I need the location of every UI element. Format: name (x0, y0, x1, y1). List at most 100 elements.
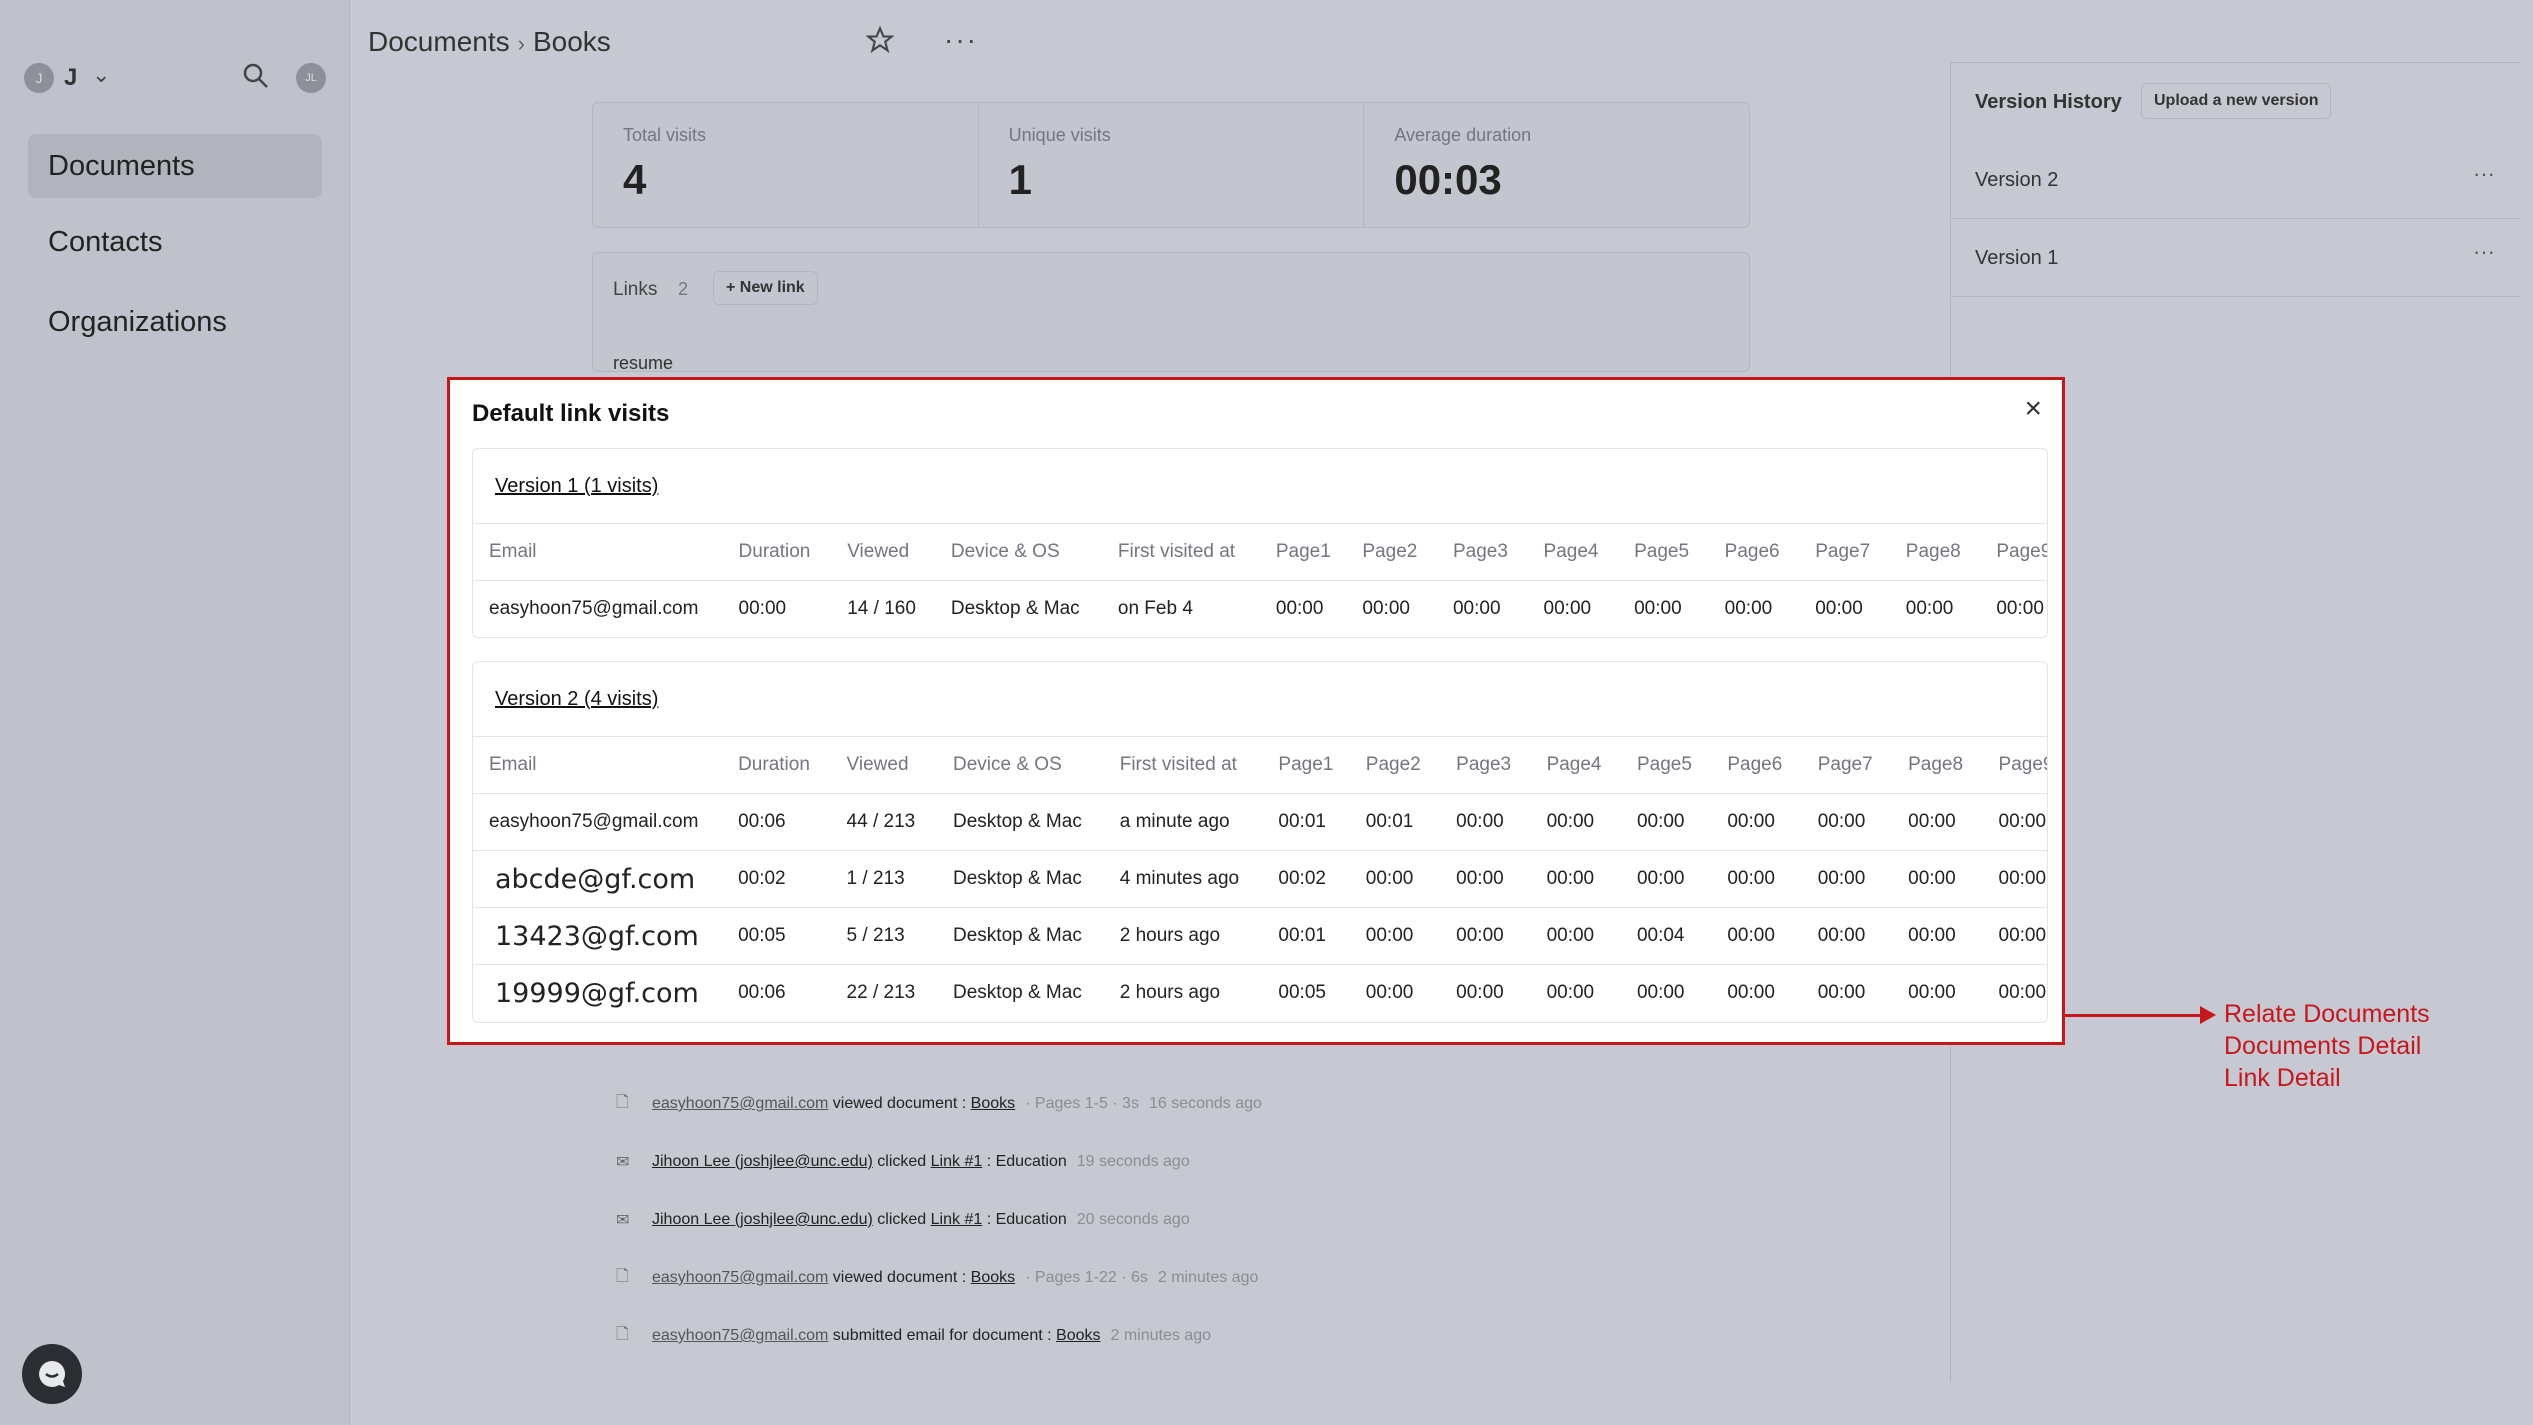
chat-support-button[interactable] (22, 1344, 82, 1404)
user-avatar[interactable]: JL (296, 63, 326, 93)
table-row[interactable]: easyhoon75@gmail.com 00:00 14 / 160 Desktop… (473, 580, 2047, 637)
star-icon[interactable] (865, 25, 895, 59)
table-cell: 00:00 (1799, 580, 1890, 637)
stat-value: 1 (1008, 156, 1033, 203)
version-item[interactable]: Version 1 ··· (1951, 219, 2521, 297)
workspace-avatar[interactable]: J (24, 63, 54, 93)
activity-user[interactable]: Jihoon Lee (joshjlee@unc.edu) (652, 1211, 873, 1229)
table-cell: 00:01 (1262, 793, 1350, 851)
activity-time: 16 seconds ago (1148, 1095, 1262, 1112)
new-link-button[interactable]: + New link (713, 271, 818, 305)
column-header: First visited at (1103, 736, 1263, 794)
version-visits-title: Version 1 (1 visits) (495, 475, 659, 497)
table-cell: 4 minutes ago (1103, 850, 1263, 908)
activity-target[interactable]: Link #1 (931, 1153, 983, 1171)
column-header: Page6 (1708, 523, 1800, 581)
version-1-visits: Version 1 (1 visits) Email Duration Viewed… (472, 448, 2048, 638)
table-cell: 00:00 (1618, 580, 1709, 637)
sidebar-item-organizations[interactable]: Organizations (28, 290, 322, 354)
links-heading: Links (613, 279, 658, 300)
activity-target[interactable]: Books (971, 1269, 1015, 1287)
sidebar-item-contacts[interactable]: Contacts (28, 210, 322, 274)
table-row[interactable]: 19999@gf.com 00:06 22 / 213 Desktop & Mac 2 … (473, 964, 2047, 1022)
upload-version-button[interactable]: Upload a new version (2141, 83, 2332, 119)
table-cell: 00:00 (1530, 850, 1621, 908)
activity-time: 2 minutes ago (1157, 1269, 1259, 1286)
table-cell: 00:00 (1708, 580, 1800, 637)
link-visits-modal: Default link visits × Version 1 (1 visit… (447, 377, 2065, 1045)
annotation-label: Relate Documents Documents Detail Link D… (2224, 998, 2430, 1094)
table-cell: 5 / 213 (830, 907, 937, 965)
links-panel: Links 2 + New link resume (592, 252, 1750, 374)
column-header: Page1 (1262, 736, 1350, 794)
table-cell: 00:00 (1620, 793, 1712, 851)
table-cell: 00:00 (1801, 907, 1893, 965)
activity-target[interactable]: Link #1 (931, 1211, 983, 1229)
column-header: Page5 (1620, 736, 1712, 794)
table-cell: 00:01 (1349, 793, 1441, 851)
table-cell: Desktop & Mac (934, 580, 1102, 637)
table-cell: 00:00 (1892, 793, 1983, 851)
activity-item: ✉ Jihoon Lee (joshjlee@unc.edu) clicked L… (616, 1147, 1190, 1177)
activity-action: submitted email for document : (832, 1327, 1052, 1344)
more-options-icon[interactable]: ··· (2473, 239, 2495, 265)
arrowhead-icon (2200, 1006, 2216, 1024)
table-row[interactable]: abcde@gf.com 00:02 1 / 213 Desktop & Mac 4 m… (473, 850, 2047, 908)
column-header: Page1 (1259, 523, 1347, 581)
table-cell: 00:00 (1801, 793, 1893, 851)
activity-target[interactable]: Books (971, 1095, 1015, 1113)
search-icon[interactable] (242, 62, 270, 95)
table-cell: 00:04 (1620, 907, 1712, 965)
activity-user[interactable]: easyhoon75@gmail.com (652, 1095, 828, 1113)
user-avatar-initials: JL (305, 72, 317, 84)
column-header: Page8 (1892, 736, 1983, 794)
activity-action: clicked (877, 1211, 927, 1228)
activity-user[interactable]: Jihoon Lee (joshjlee@unc.edu) (652, 1153, 873, 1171)
stat-value: 4 (623, 156, 647, 203)
table-cell: 00:00 (1892, 907, 1983, 965)
table-cell: 00:02 (722, 850, 831, 908)
table-cell: 00:00 (1711, 850, 1802, 908)
column-header: First visited at (1101, 523, 1260, 581)
table-row[interactable]: 13423@gf.com 00:05 5 / 213 Desktop & Mac 2 h… (473, 907, 2047, 965)
workspace-switcher[interactable]: J (64, 64, 77, 92)
activity-target[interactable]: Books (1056, 1327, 1100, 1345)
table-row[interactable]: easyhoon75@gmail.com 00:06 44 / 213 Desktop… (473, 793, 2047, 851)
column-header: Page7 (1801, 736, 1893, 794)
version-2-visits: Version 2 (4 visits) Email Duration Viewed… (472, 661, 2048, 1023)
table-cell: 00:01 (1262, 907, 1350, 965)
stat-average-duration: Average duration 00:03 (1364, 103, 1749, 227)
stat-total-visits: Total visits 4 (593, 103, 979, 227)
version-visits-title: Version 2 (4 visits) (495, 688, 659, 710)
table-cell: 00:00 (1259, 580, 1347, 637)
annotation-line: Link Detail (2224, 1064, 2341, 1092)
table-cell: 00:00 (1982, 850, 2047, 908)
table-cell: 00:00 (1440, 850, 1531, 908)
column-header: Device & OS (937, 736, 1104, 794)
more-options-icon[interactable]: ··· (2473, 161, 2495, 187)
table-cell: 00:00 (1982, 964, 2047, 1022)
activity-user[interactable]: easyhoon75@gmail.com (652, 1269, 828, 1287)
table-cell: 22 / 213 (830, 964, 937, 1022)
table-cell: 00:00 (722, 580, 832, 637)
activity-user[interactable]: easyhoon75@gmail.com (652, 1327, 828, 1345)
breadcrumb-root[interactable]: Documents (368, 26, 510, 57)
table-cell: Desktop & Mac (937, 907, 1104, 965)
table-cell: 00:05 (722, 907, 831, 965)
sidebar: J J ⌄ JL Documents Contacts Organization… (0, 0, 350, 1425)
sidebar-item-documents[interactable]: Documents (28, 134, 322, 198)
stat-label: Total visits (623, 125, 707, 145)
activity-item: 🗋 easyhoon75@gmail.com viewed document : … (616, 1089, 1262, 1119)
close-icon[interactable]: × (2024, 394, 2042, 424)
column-header: Viewed (830, 736, 937, 794)
column-header: Page9 (1982, 736, 2047, 794)
column-header: Page2 (1349, 736, 1441, 794)
table-cell: 00:00 (1620, 964, 1712, 1022)
column-header: Page5 (1618, 523, 1709, 581)
version-item[interactable]: Version 2 ··· (1951, 141, 2521, 219)
more-options-icon[interactable]: ··· (944, 24, 978, 56)
visits-table: Email Duration Viewed Device & OS First visi… (473, 523, 2047, 637)
table-cell: 00:00 (1346, 580, 1437, 637)
chevron-down-icon[interactable]: ⌄ (92, 62, 110, 88)
link-name[interactable]: resume (613, 353, 673, 374)
